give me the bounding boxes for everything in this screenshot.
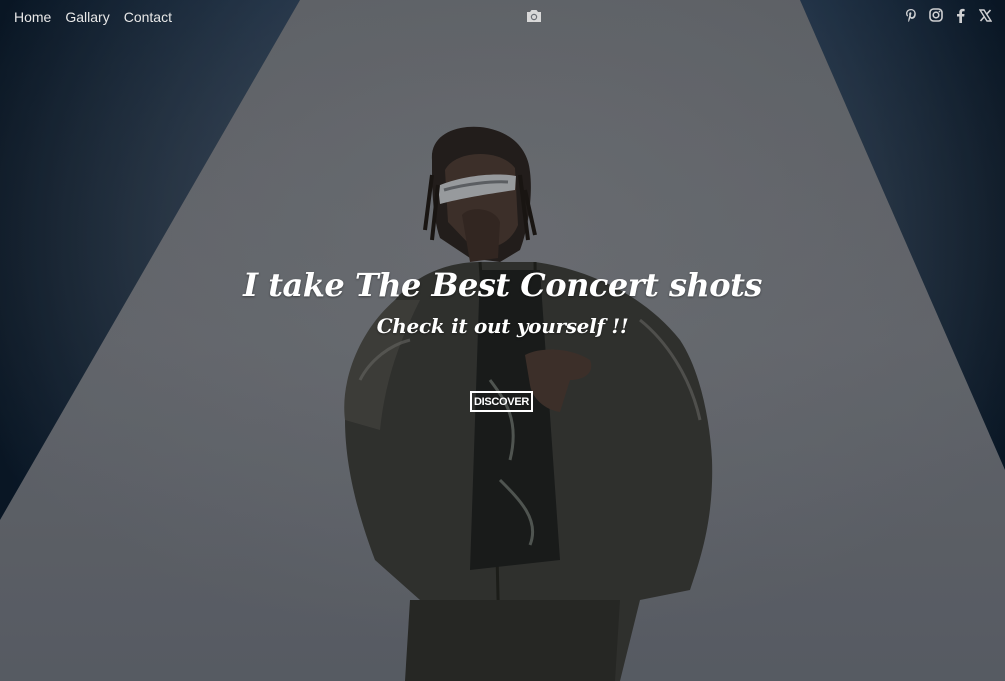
main-nav: Home Gallary Contact [14, 8, 172, 26]
discover-button[interactable]: DISCOVER [470, 391, 533, 412]
pinterest-icon[interactable] [903, 7, 918, 23]
nav-contact-link[interactable]: Contact [124, 8, 172, 26]
facebook-icon[interactable] [953, 7, 968, 23]
hero-headline: I take The Best Concert shots [243, 266, 762, 304]
nav-home-link[interactable]: Home [14, 8, 51, 26]
x-icon[interactable] [978, 7, 993, 23]
camera-icon[interactable] [526, 9, 542, 23]
nav-gallary-link[interactable]: Gallary [65, 8, 109, 26]
image-dim-overlay [0, 0, 1005, 681]
hero-subline: Check it out yourself !! [376, 314, 629, 338]
instagram-icon[interactable] [928, 7, 943, 23]
social-links [903, 7, 993, 23]
hero-section: Home Gallary Contact I take The Best Con… [0, 0, 1005, 681]
